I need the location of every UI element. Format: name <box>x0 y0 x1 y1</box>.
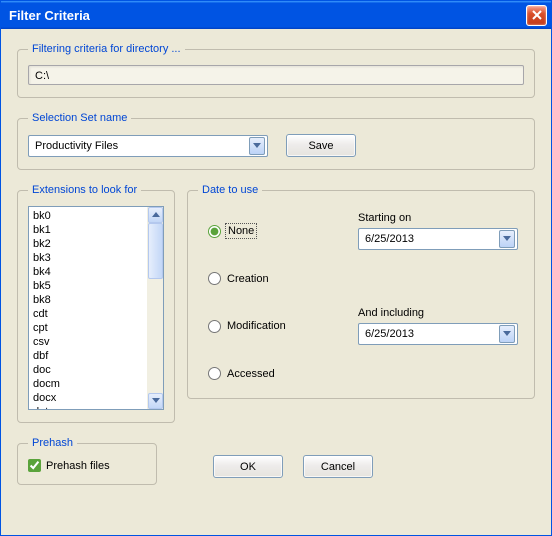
close-button[interactable] <box>526 5 547 26</box>
radio-creation-label: Creation <box>227 273 269 285</box>
list-item[interactable]: csv <box>33 335 143 349</box>
list-item[interactable]: dbf <box>33 349 143 363</box>
list-item[interactable]: dot <box>33 405 143 409</box>
cancel-button[interactable]: Cancel <box>303 455 373 478</box>
close-icon <box>532 10 542 20</box>
starting-on-label: Starting on <box>358 212 518 224</box>
radio-accessed-label: Accessed <box>227 368 275 380</box>
date-legend: Date to use <box>198 184 262 196</box>
and-including-datepicker[interactable]: 6/25/2013 <box>358 323 518 345</box>
chevron-down-icon <box>499 325 515 343</box>
radio-none[interactable] <box>208 225 221 238</box>
radio-none-label: None <box>227 225 255 237</box>
list-item[interactable]: cdt <box>33 307 143 321</box>
list-item[interactable]: bk3 <box>33 251 143 265</box>
radio-modification-row[interactable]: Modification <box>208 320 348 333</box>
ok-button[interactable]: OK <box>213 455 283 478</box>
chevron-down-icon <box>249 137 265 155</box>
window-title: Filter Criteria <box>9 8 90 23</box>
list-item[interactable]: bk5 <box>33 279 143 293</box>
radio-none-row[interactable]: None <box>208 225 348 238</box>
list-item[interactable]: bk8 <box>33 293 143 307</box>
prehash-group: Prehash Prehash files <box>17 437 157 485</box>
radio-creation-row[interactable]: Creation <box>208 272 348 285</box>
radio-creation[interactable] <box>208 272 221 285</box>
list-item[interactable]: bk1 <box>33 223 143 237</box>
scroll-thumb[interactable] <box>148 223 163 279</box>
radio-accessed-row[interactable]: Accessed <box>208 367 348 380</box>
date-group: Date to use None Starting on 6/25/2013 C… <box>187 184 535 399</box>
directory-path: C:\ <box>28 65 524 85</box>
extensions-legend: Extensions to look for <box>28 184 141 196</box>
scroll-down-button[interactable] <box>148 393 163 409</box>
extensions-group: Extensions to look for bk0bk1bk2bk3bk4bk… <box>17 184 175 423</box>
list-item[interactable]: cpt <box>33 321 143 335</box>
prehash-checkbox[interactable] <box>28 459 41 472</box>
filtering-legend: Filtering criteria for directory ... <box>28 43 185 55</box>
starting-on-value: 6/25/2013 <box>365 233 414 245</box>
scrollbar[interactable] <box>147 207 163 409</box>
list-item[interactable]: bk2 <box>33 237 143 251</box>
list-item[interactable]: docx <box>33 391 143 405</box>
extensions-listbox[interactable]: bk0bk1bk2bk3bk4bk5bk8cdtcptcsvdbfdocdocm… <box>28 206 164 410</box>
and-including-label: And including <box>358 307 518 319</box>
selection-set-legend: Selection Set name <box>28 112 131 124</box>
list-item[interactable]: docm <box>33 377 143 391</box>
scroll-up-button[interactable] <box>148 207 163 223</box>
radio-modification[interactable] <box>208 320 221 333</box>
list-item[interactable]: bk4 <box>33 265 143 279</box>
list-item[interactable]: bk0 <box>33 209 143 223</box>
list-item[interactable]: doc <box>33 363 143 377</box>
selection-set-group: Selection Set name Productivity Files Sa… <box>17 112 535 170</box>
dialog-body: Filtering criteria for directory ... C:\… <box>1 29 551 535</box>
prehash-label: Prehash files <box>46 460 110 472</box>
extensions-items: bk0bk1bk2bk3bk4bk5bk8cdtcptcsvdbfdocdocm… <box>29 207 147 409</box>
titlebar: Filter Criteria <box>1 1 551 29</box>
starting-on-datepicker[interactable]: 6/25/2013 <box>358 228 518 250</box>
scroll-track[interactable] <box>148 223 163 393</box>
selection-set-dropdown[interactable]: Productivity Files <box>28 135 268 157</box>
and-including-value: 6/25/2013 <box>365 328 414 340</box>
prehash-legend: Prehash <box>28 437 77 449</box>
radio-accessed[interactable] <box>208 367 221 380</box>
chevron-down-icon <box>499 230 515 248</box>
filtering-group: Filtering criteria for directory ... C:\ <box>17 43 535 98</box>
radio-modification-label: Modification <box>227 320 286 332</box>
selection-set-value: Productivity Files <box>35 140 118 152</box>
save-button[interactable]: Save <box>286 134 356 157</box>
